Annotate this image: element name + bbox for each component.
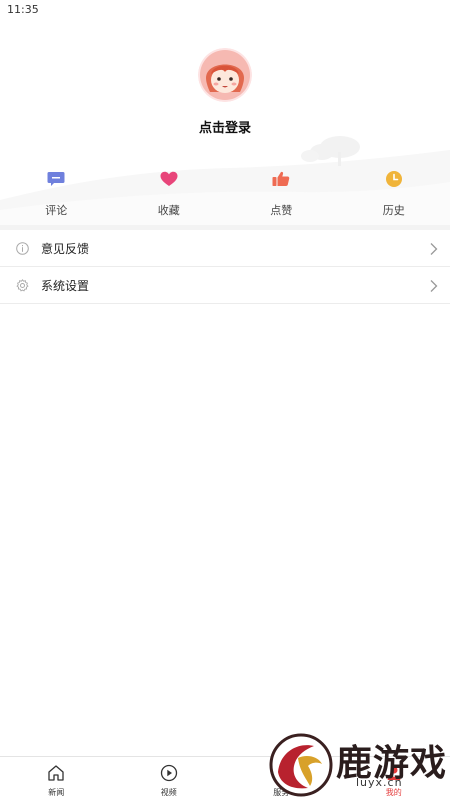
chevron-right-icon [430, 243, 438, 255]
info-icon [15, 241, 29, 255]
cartoon-girl-avatar-icon [198, 48, 252, 102]
tab-news[interactable]: 新闻 [0, 757, 113, 800]
home-icon [46, 763, 66, 783]
menu-item-feedback[interactable]: 意见反馈 [0, 230, 450, 267]
shortcut-label: 收藏 [157, 204, 180, 217]
watermark-url: luyx.cn [356, 776, 403, 789]
shortcut-likes[interactable]: 点赞 [225, 168, 338, 220]
comment-icon [45, 168, 67, 190]
chevron-right-icon [430, 280, 438, 292]
menu-item-settings[interactable]: 系统设置 [0, 267, 450, 304]
shortcut-history[interactable]: 历史 [338, 168, 450, 220]
avatar[interactable] [198, 48, 252, 102]
shortcut-favorites[interactable]: 收藏 [113, 168, 226, 220]
shortcut-label: 评论 [45, 204, 68, 217]
play-icon [159, 763, 179, 783]
shortcut-comments[interactable]: 评论 [0, 168, 113, 220]
deer-logo-icon [269, 733, 333, 797]
thumbs-up-icon [270, 168, 292, 190]
shortcut-label: 点赞 [270, 204, 293, 217]
menu-item-label: 意见反馈 [41, 241, 90, 256]
login-prompt[interactable]: 点击登录 [0, 117, 450, 136]
clock-icon [383, 168, 405, 190]
settings-menu: 意见反馈 系统设置 [0, 230, 450, 304]
menu-item-label: 系统设置 [41, 278, 90, 293]
tab-video[interactable]: 视频 [113, 757, 226, 800]
shortcut-label: 历史 [382, 204, 405, 217]
shortcut-row: 评论 收藏 点赞 历史 [0, 168, 450, 220]
heart-icon [158, 168, 180, 190]
tab-label: 新闻 [48, 788, 65, 797]
gear-icon [15, 278, 29, 292]
tab-label: 视频 [160, 788, 177, 797]
watermark: 鹿游戏 luyx.cn [268, 730, 450, 800]
